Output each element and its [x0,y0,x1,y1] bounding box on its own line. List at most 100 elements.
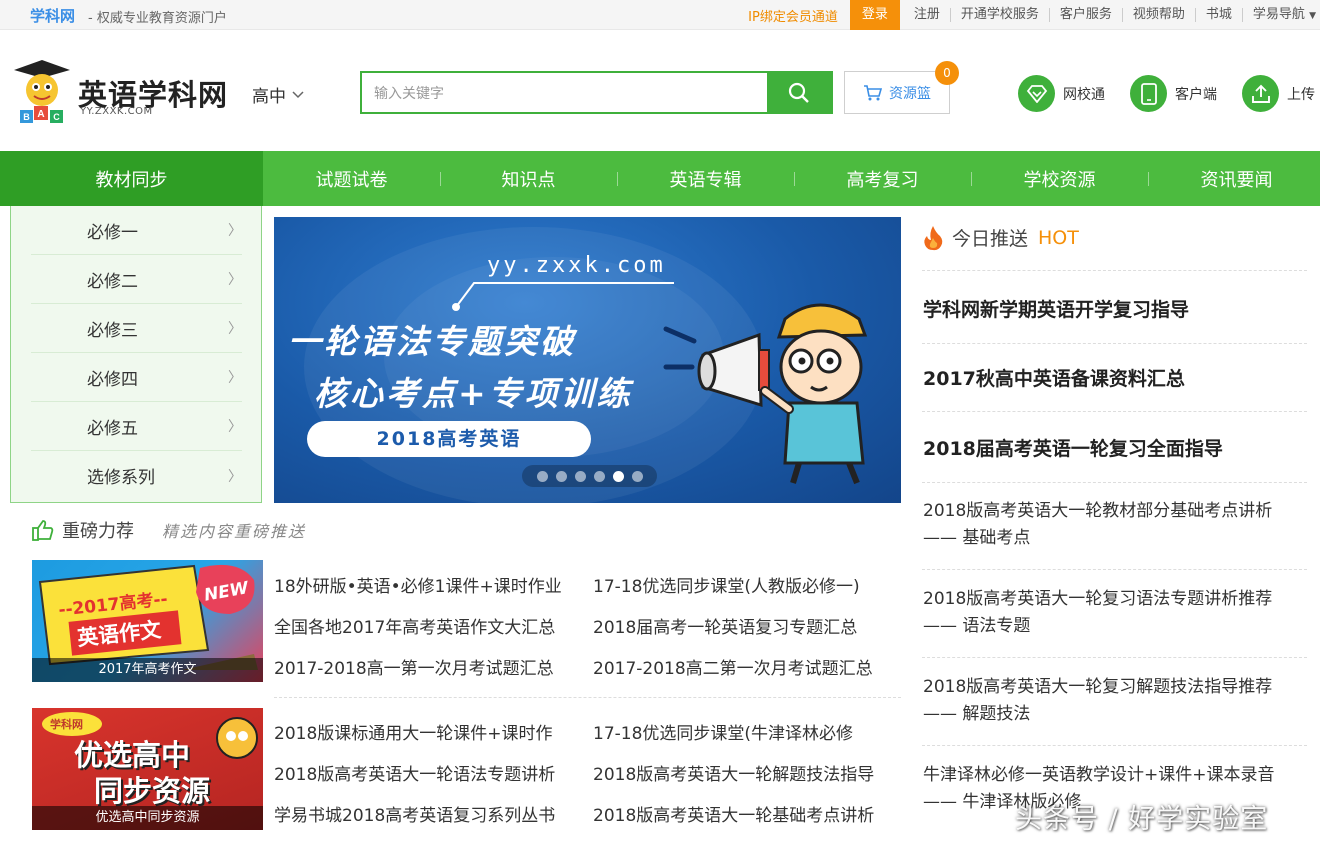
nav-gaokao-review[interactable]: 高考复习 [794,151,971,206]
hot-headline[interactable]: 2017秋高中英语备课资料汇总 [923,364,1185,391]
login-button[interactable]: 登录 [849,0,900,30]
sidebar-item-label: 必修四 [87,369,138,390]
sync-resources-promo-image[interactable]: 学科网 优选高中 同步资源 优选高中同步资源 [32,708,263,830]
bookstore-link[interactable]: 书城 [1196,8,1243,22]
basket-label: 资源篮 [889,85,931,102]
resource-link[interactable]: 18外研版•英语•必修1课件+课时作业 [274,572,562,597]
nav-textbook-sync[interactable]: 教材同步 [0,151,263,206]
carousel-dot-4[interactable] [593,470,605,482]
resource-link[interactable]: 2017-2018高二第一次月考试题汇总 [593,654,873,679]
chevron-right-icon: 〉 [228,419,242,435]
thumbs-up-icon [32,520,54,541]
resource-link[interactable]: 2018版高考英语大一轮基础考点讲析 [593,801,874,826]
diamond-icon [1018,75,1055,112]
site-nav-link[interactable]: 学易导航 ▼ [1243,6,1320,23]
resource-link[interactable]: 17-18优选同步课堂(人教版必修一) [593,572,860,597]
hot-headline[interactable]: 2018届高考英语一轮复习全面指导 [923,434,1223,461]
sidebar-item-compulsory-5[interactable]: 必修五 〉 [31,402,242,451]
divider [922,411,1307,412]
banner-headline-2: 核心考点+专项训练 [314,374,633,413]
top-nav: IP绑定会员通道 登录 注册 开通学校服务 客户服务 视频帮助 书城 学易导航 … [736,0,1320,30]
resource-link[interactable]: 17-18优选同步课堂(牛津译林必修 [593,719,853,744]
hot-tag: HOT [1038,226,1079,249]
banner-headline-1: 一轮语法专题突破 [288,322,576,361]
search-button[interactable] [767,73,831,112]
hero-banner[interactable]: yy.zxxk.com 一轮语法专题突破 核心考点+专项训练 2018高考英语 [274,217,901,503]
site-brand[interactable]: 学科网 [30,5,75,26]
caret-down-icon: ▼ [1309,10,1316,21]
customer-service-link[interactable]: 客户服务 [1050,8,1123,22]
chevron-right-icon: 〉 [228,468,242,485]
flame-icon [924,225,943,250]
resource-basket-button[interactable]: 资源篮 0 [844,61,959,114]
site-slogan: - 权威专业教育资源门户 [88,11,227,26]
hot-item[interactable]: 2018版高考英语大一轮教材部分基础考点讲析 —— 基础考点 [923,498,1272,552]
sidebar-item-compulsory-1[interactable]: 必修一 〉 [31,206,242,255]
resource-link[interactable]: 2018届高考一轮英语复习专题汇总 [593,613,857,638]
banner-url: yy.zxxk.com [487,253,666,278]
sidebar-item-electives[interactable]: 选修系列 〉 [31,451,242,500]
nav-news[interactable]: 资讯要闻 [1148,151,1320,206]
divider [922,657,1307,658]
carousel-dot-1[interactable] [536,470,548,482]
hot-item-title: 牛津译林必修一英语教学设计+课件+课本录音 [923,765,1275,785]
resource-link[interactable]: 2018版高考英语大一轮解题技法指导 [593,760,874,785]
hot-item[interactable]: 2018版高考英语大一轮复习解题技法指导推荐 —— 解题技法 [923,674,1272,728]
svg-text:B: B [23,112,30,122]
divider [922,343,1307,344]
divider [922,745,1307,746]
composition-promo-image[interactable]: --2017高考-- 英语作文 NEW 2017年高考作文 [32,560,263,682]
nav-exam-papers[interactable]: 试题试卷 [263,151,440,206]
nav-english-albums[interactable]: 英语专辑 [617,151,794,206]
top-bar: 学科网 - 权威专业教育资源门户 IP绑定会员通道 登录 注册 开通学校服务 客… [0,0,1320,30]
school-service-link[interactable]: 开通学校服务 [951,8,1050,22]
hot-item-title: 2018版高考英语大一轮复习解题技法指导推荐 [923,677,1273,697]
site-nav-label: 学易导航 [1252,6,1305,22]
hot-item-tag: —— 语法专题 [923,616,1031,636]
resource-link[interactable]: 2018版课标通用大一轮课件+课时作 [274,719,553,744]
carousel-dot-2[interactable] [555,470,567,482]
level-label: 高中 [252,87,286,107]
image-caption: 2017年高考作文 [32,658,263,682]
upload-link[interactable]: 上传 [1242,75,1315,112]
cartoon-megaphone-boy-illustration [697,303,868,485]
wangxiaotong-link[interactable]: 网校通 [1018,75,1105,112]
carousel-dot-6[interactable] [631,470,643,482]
level-selector[interactable]: 高中 [252,82,304,107]
nav-school-resources[interactable]: 学校资源 [971,151,1148,206]
divider [922,270,1307,271]
logo-mascot-icon[interactable]: A B C [10,56,74,124]
image-caption: 优选高中同步资源 [32,806,263,830]
resource-link[interactable]: 2018版高考英语大一轮语法专题讲析 [274,760,555,785]
sync-resources-line2: 同步资源 [94,774,211,808]
nav-knowledge-points[interactable]: 知识点 [440,151,617,206]
sidebar-item-label: 选修系列 [87,468,155,488]
ip-channel-link[interactable]: IP绑定会员通道 [736,6,850,25]
chevron-right-icon: 〉 [228,321,242,337]
hot-item-tag: —— 基础考点 [923,528,1031,548]
sidebar-item-compulsory-3[interactable]: 必修三 〉 [31,304,242,353]
client-label: 客户端 [1175,86,1217,103]
hot-item[interactable]: 2018版高考英语大一轮复习语法专题讲析推荐 —— 语法专题 [923,586,1272,640]
svg-text:A: A [37,109,44,120]
client-link[interactable]: 客户端 [1130,75,1217,112]
carousel-dots [522,465,657,487]
logo-url: YY.ZXXK.COM [80,106,153,117]
divider [922,482,1307,483]
resource-link[interactable]: 学易书城2018高考英语复习系列丛书 [274,801,555,826]
textbook-sidebar: 必修一〉 必修二〉 必修三〉 必修四〉 必修五〉 选修系列〉 [10,206,262,503]
hot-headline[interactable]: 学科网新学期英语开学复习指导 [923,295,1189,322]
carousel-dot-5[interactable] [612,470,624,482]
main-nav: 教材同步 试题试卷 知识点 英语专辑 高考复习 学校资源 资讯要闻 [0,151,1320,206]
sidebar-item-compulsory-4[interactable]: 必修四 〉 [31,353,242,402]
video-help-link[interactable]: 视频帮助 [1123,8,1196,22]
register-link[interactable]: 注册 [904,8,951,22]
resource-link[interactable]: 2017-2018高一第一次月考试题汇总 [274,654,554,679]
sidebar-item-compulsory-2[interactable]: 必修二 〉 [31,255,242,304]
search-input[interactable] [362,73,767,112]
divider [274,697,901,698]
carousel-dot-3[interactable] [574,470,586,482]
resource-link[interactable]: 全国各地2017年高考英语作文大汇总 [274,613,555,638]
banner-tag: 2018高考英语 [307,421,591,457]
header: A B C 英语学科网 YY.ZXXK.COM 高中 资源篮 0 网校通 客户端… [0,30,1320,151]
